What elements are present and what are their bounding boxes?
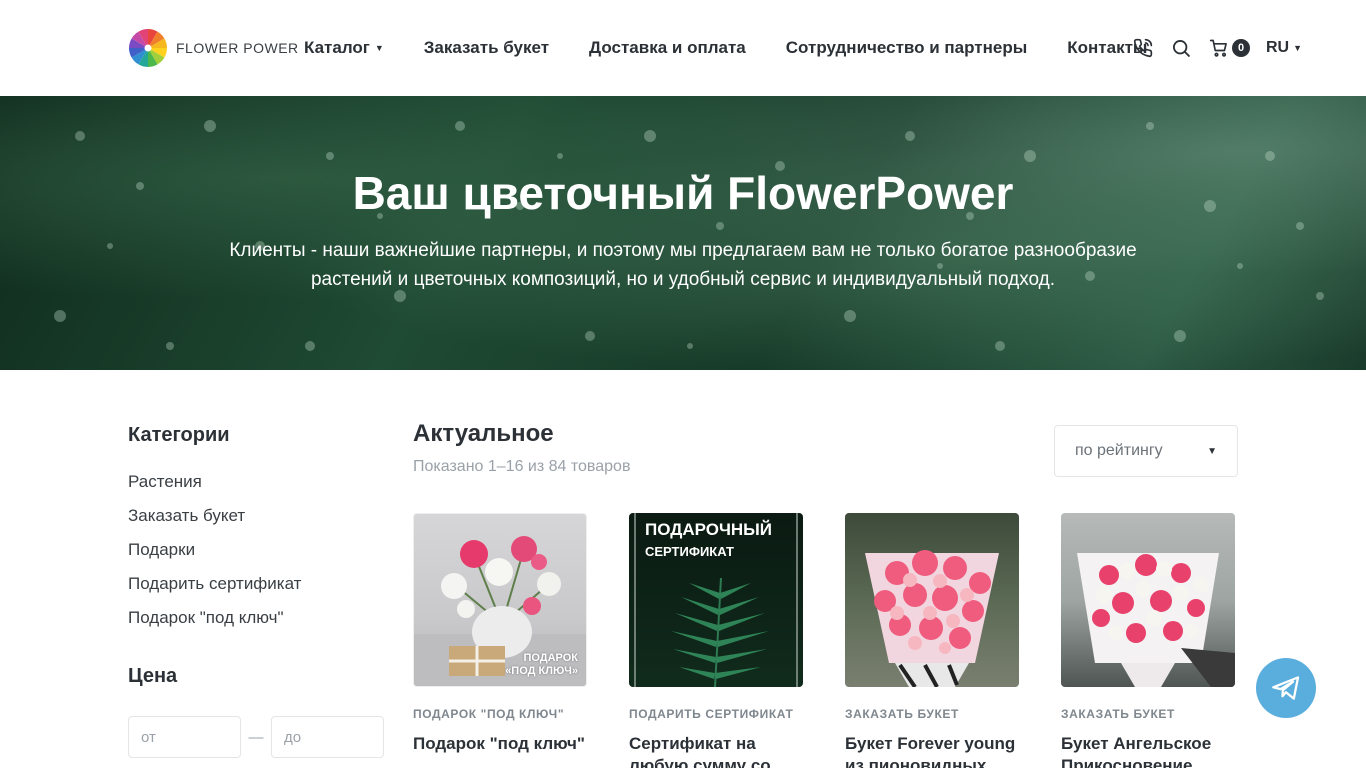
product-category[interactable]: ПОДАРОК "ПОД КЛЮЧ" [413, 707, 587, 721]
category-item-turnkey-gift[interactable]: Подарок "под ключ" [128, 601, 388, 635]
chevron-down-icon: ▼ [1207, 445, 1217, 457]
hero-banner: Ваш цветочный FlowerPower Клиенты - наши… [0, 96, 1366, 370]
pink-bouquet-illustration [865, 550, 999, 687]
hero-subtitle: Клиенты - наши важнейшие партнеры, и поэ… [229, 240, 1137, 290]
sort-select[interactable]: по рейтингу ▼ [1054, 425, 1238, 477]
image-caption-line: ПОДАРОК [523, 652, 578, 664]
product-grid: ПОДАРОК «ПОД КЛЮЧ» ПОДАРОК "ПОД КЛЮЧ" По… [413, 513, 1238, 768]
price-heading: Цена [128, 665, 178, 687]
nav-item-label: Заказать букет [423, 38, 550, 57]
telegram-icon [1272, 676, 1300, 700]
product-name[interactable]: Подарок "под ключ" [413, 733, 587, 755]
categories-heading: Категории [128, 424, 230, 446]
price-dash: — [248, 728, 264, 746]
cart-count-badge: 0 [1232, 39, 1250, 57]
image-caption-line: «ПОД КЛЮЧ» [505, 665, 578, 677]
nav-item-catalog[interactable]: Каталог ▼ [304, 38, 384, 58]
product-name[interactable]: Сертификат на любую сумму со [629, 733, 803, 768]
hero-title: Ваш цветочный FlowerPower [352, 167, 1014, 219]
price-range: — [128, 716, 388, 758]
nav-item-label: Сотрудничество и партнеры [785, 38, 1028, 57]
water-drops-background [54, 120, 1324, 351]
product-image[interactable]: ПОДАРОЧНЫЙ СЕРТИФИКАТ [629, 513, 803, 687]
product-card[interactable]: ЗАКАЗАТЬ БУКЕТ Букет Ангельское Прикосно… [1061, 513, 1235, 768]
search-icon[interactable] [1170, 37, 1192, 59]
price-to-input[interactable] [271, 716, 384, 758]
chevron-down-icon: ▼ [1293, 43, 1303, 53]
nav-item-order-bouquet[interactable]: Заказать букет [424, 38, 549, 58]
language-selector[interactable]: RU ▼ [1266, 39, 1302, 57]
cart-icon [1208, 37, 1230, 59]
phone-icon[interactable] [1132, 37, 1154, 59]
product-image[interactable]: ПОДАРОК «ПОД КЛЮЧ» [413, 513, 587, 687]
chevron-down-icon: ▼ [374, 43, 384, 53]
image-caption-line: ПОДАРОЧНЫЙ [645, 520, 773, 539]
site-header: FLOWER POWER Каталог ▼ Заказать букет До… [0, 0, 1366, 96]
header-actions: 0 RU ▼ [1132, 34, 1302, 62]
logo-text: FLOWER POWER [176, 40, 299, 56]
main-nav: Каталог ▼ Заказать букет Доставка и опла… [304, 36, 1147, 60]
telegram-chat-button[interactable] [1256, 658, 1316, 718]
product-card[interactable]: ЗАКАЗАТЬ БУКЕТ Букет Forever young из пи… [845, 513, 1019, 768]
product-name[interactable]: Букет Forever young из пионовидных [845, 733, 1019, 768]
price-from-input[interactable] [128, 716, 241, 758]
image-caption-line: СЕРТИФИКАТ [645, 544, 734, 559]
category-list: Растения Заказать букет Подарки Подарить… [128, 465, 388, 635]
flower-logo-icon [129, 29, 167, 67]
product-image[interactable] [1061, 513, 1235, 687]
logo[interactable]: FLOWER POWER [128, 28, 299, 68]
product-category[interactable]: ЗАКАЗАТЬ БУКЕТ [1061, 707, 1235, 721]
cart-button[interactable]: 0 [1208, 37, 1250, 59]
nav-item-partners[interactable]: Сотрудничество и партнеры [786, 38, 1028, 58]
product-image[interactable] [845, 513, 1019, 687]
category-item-order-bouquet[interactable]: Заказать букет [128, 499, 388, 533]
nav-item-label: Каталог [304, 38, 370, 57]
category-item-gifts[interactable]: Подарки [128, 533, 388, 567]
product-card[interactable]: ПОДАРОК «ПОД КЛЮЧ» ПОДАРОК "ПОД КЛЮЧ" По… [413, 513, 587, 768]
white-pink-bouquet-illustration [1077, 553, 1235, 687]
filter-sidebar: Категории Растения Заказать букет Подарк… [128, 424, 388, 758]
sort-selected-value: по рейтингу [1075, 442, 1163, 459]
product-card[interactable]: ПОДАРОЧНЫЙ СЕРТИФИКАТ ПОДАРИТЬ СЕРТИФИКА… [629, 513, 803, 768]
nav-item-delivery[interactable]: Доставка и оплата [589, 38, 746, 58]
product-listing: Актуальное Показано 1–16 из 84 товаров п… [413, 420, 1238, 768]
category-item-certificate[interactable]: Подарить сертификат [128, 567, 388, 601]
language-label: RU [1266, 39, 1290, 56]
product-category[interactable]: ПОДАРИТЬ СЕРТИФИКАТ [629, 707, 803, 721]
product-name[interactable]: Букет Ангельское Прикосновение [1061, 733, 1235, 768]
product-category[interactable]: ЗАКАЗАТЬ БУКЕТ [845, 707, 1019, 721]
category-item-plants[interactable]: Растения [128, 465, 388, 499]
nav-item-label: Доставка и оплата [589, 38, 746, 57]
